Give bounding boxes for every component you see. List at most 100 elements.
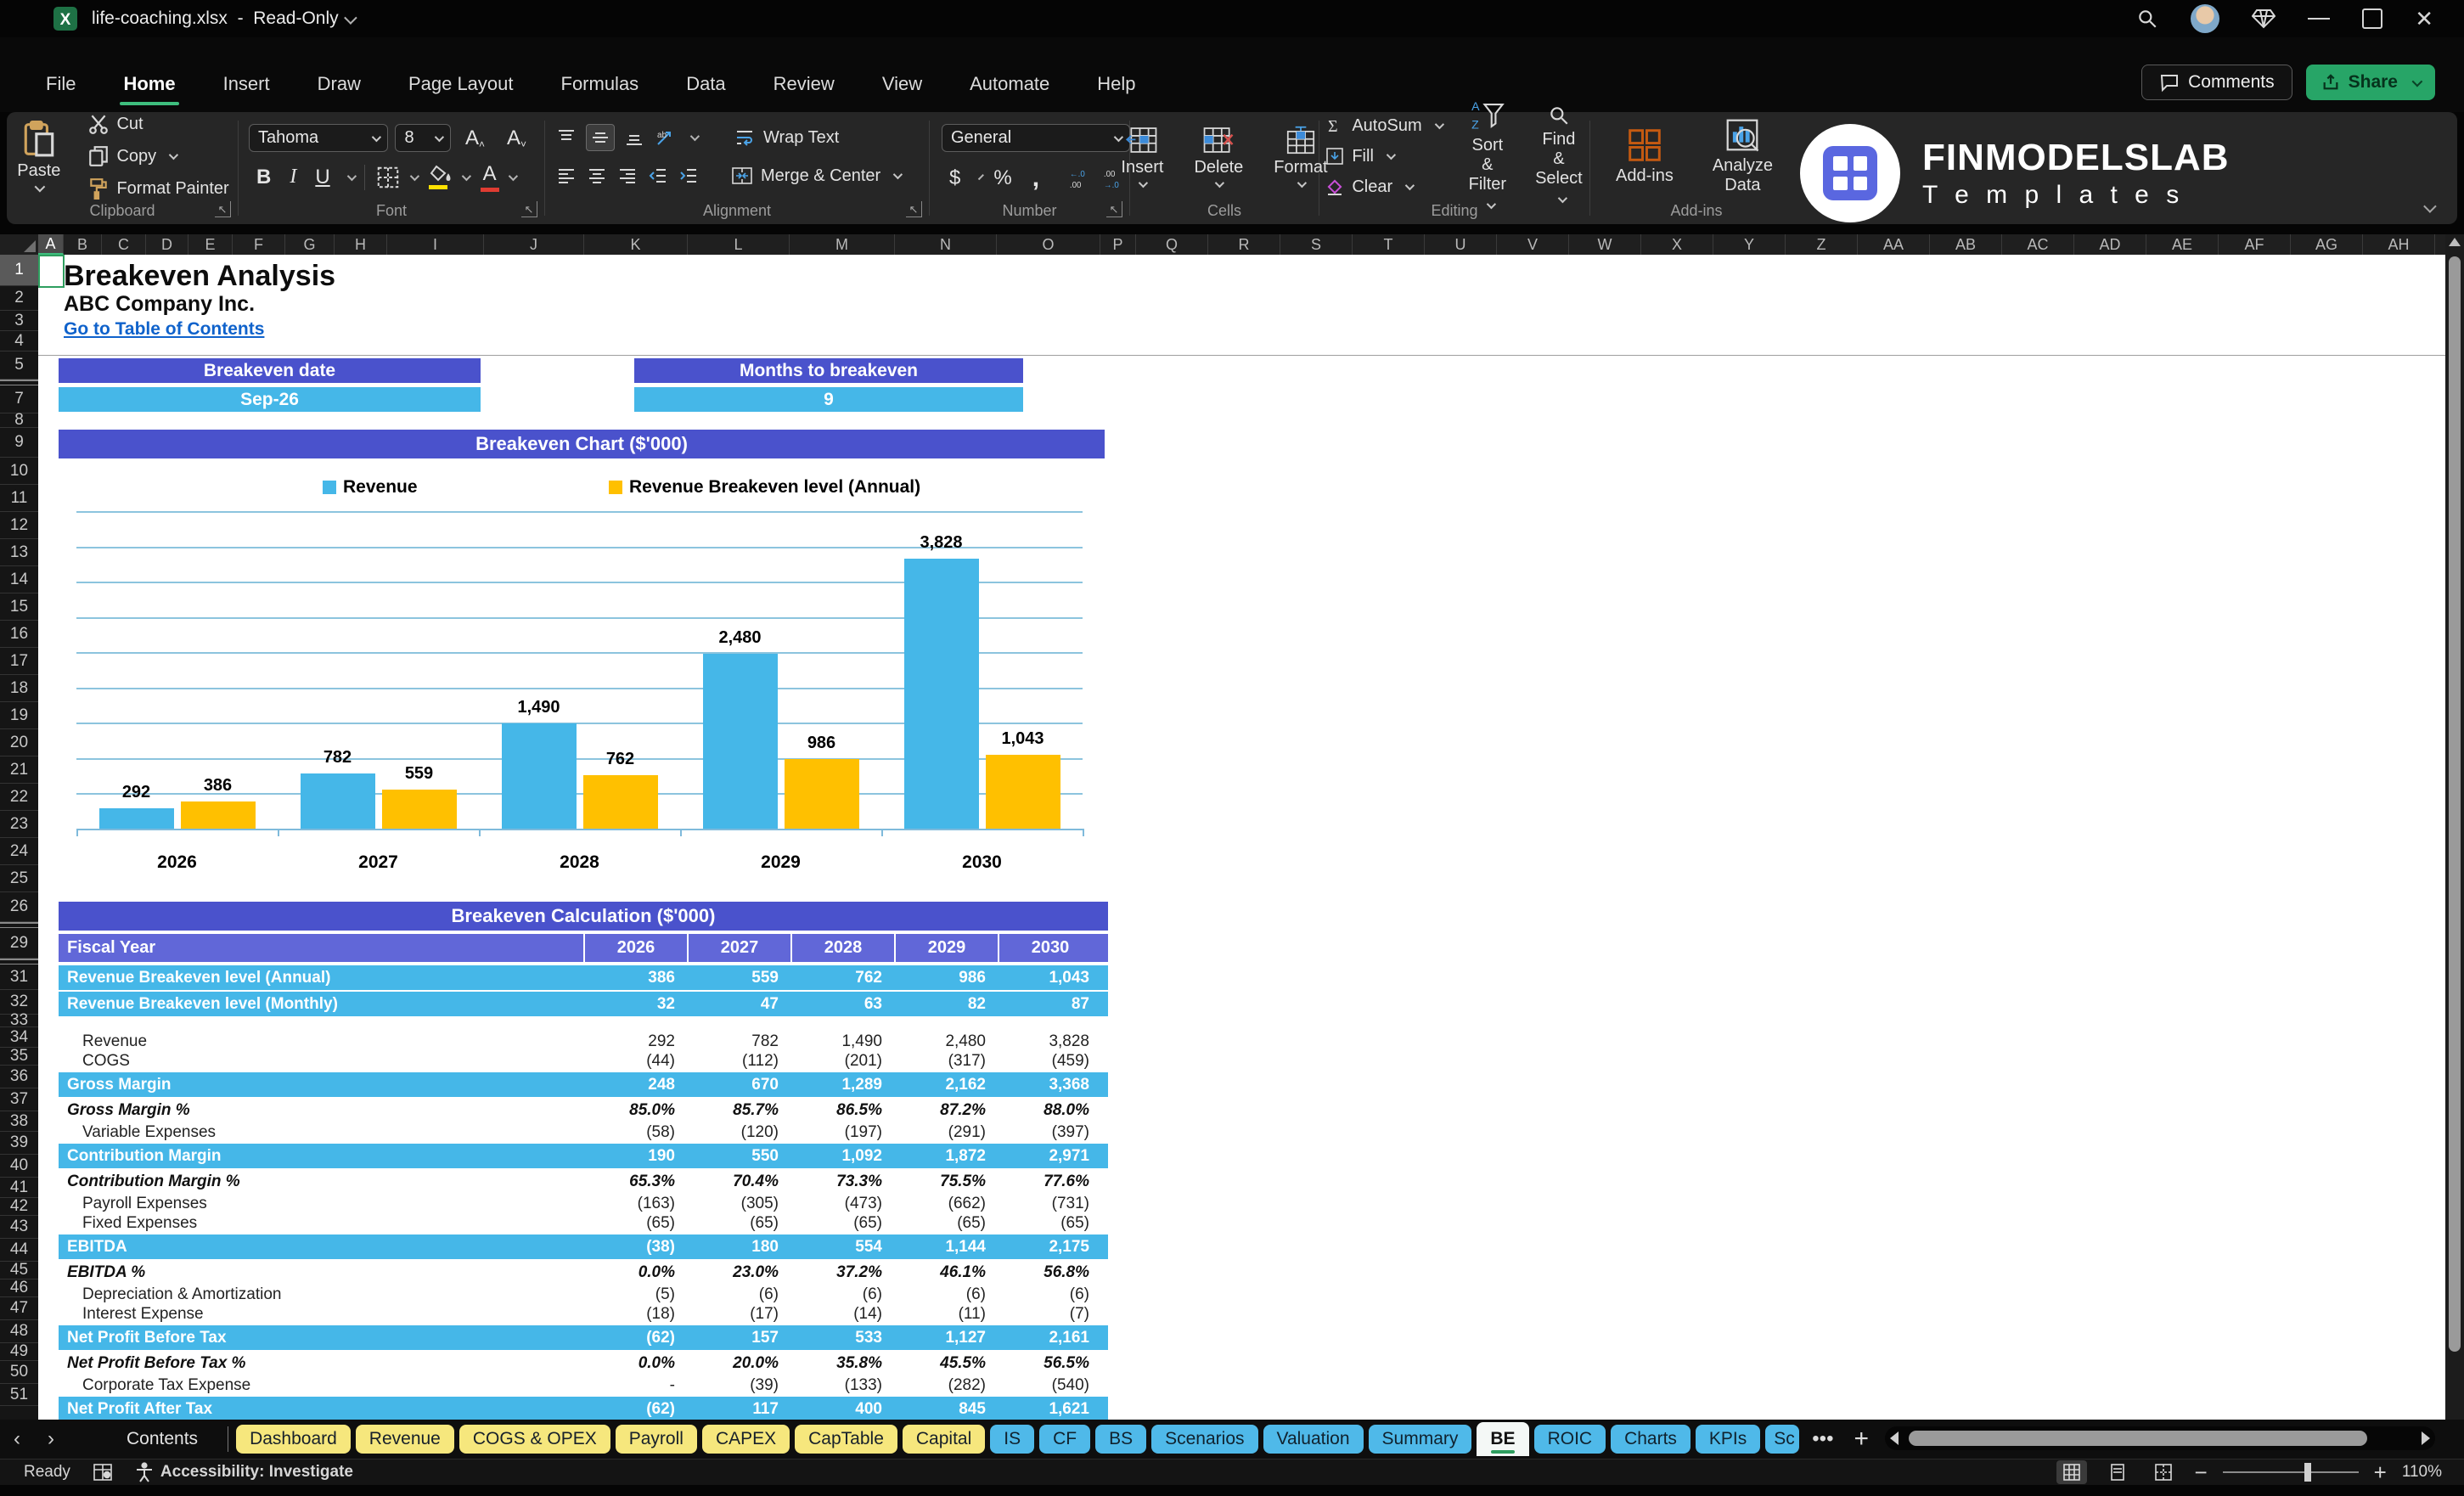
row-header-17[interactable]: 17 <box>0 648 38 675</box>
ribbon-tab-view[interactable]: View <box>862 63 942 107</box>
bold-button[interactable]: B <box>249 164 278 191</box>
table-row[interactable]: Net Profit Before Tax(62)1575331,1272,16… <box>59 1325 1108 1350</box>
align-center-button[interactable] <box>586 166 608 186</box>
row-header-35[interactable]: 35 <box>0 1048 38 1066</box>
number-dialog-launcher[interactable]: ↘ <box>1106 201 1122 217</box>
table-of-contents-link[interactable]: Go to Table of Contents <box>64 319 264 340</box>
middle-align-button[interactable] <box>586 124 615 151</box>
table-row[interactable]: Contribution Margin %65.3%70.4%73.3%75.5… <box>59 1170 1108 1194</box>
column-header-H[interactable]: H <box>335 234 387 255</box>
row-header-51[interactable]: 51 <box>0 1384 38 1406</box>
row-header-7[interactable]: 7 <box>0 385 38 413</box>
row-header-38[interactable]: 38 <box>0 1111 38 1132</box>
font-color-button[interactable]: A <box>481 162 499 192</box>
sheet-tab-capex[interactable]: CAPEX <box>702 1425 790 1454</box>
column-header-R[interactable]: R <box>1208 234 1280 255</box>
borders-button[interactable] <box>375 165 401 190</box>
row-header-37[interactable]: 37 <box>0 1088 38 1111</box>
sheet-tab-revenue[interactable]: Revenue <box>356 1425 454 1454</box>
alignment-dialog-launcher[interactable]: ↘ <box>906 201 922 217</box>
sheet-tab-roic[interactable]: ROIC <box>1534 1425 1606 1454</box>
row-header-40[interactable]: 40 <box>0 1155 38 1178</box>
sheet-tab-cogs-opex[interactable]: COGS & OPEX <box>459 1425 610 1454</box>
sheet-title[interactable]: Breakeven Analysis <box>64 260 335 293</box>
months-to-breakeven-value[interactable]: 9 <box>634 387 1023 412</box>
table-row[interactable]: COGS(44)(112)(201)(317)(459) <box>59 1051 1108 1071</box>
table-row[interactable]: Revenue Breakeven level (Annual)38655976… <box>59 965 1108 990</box>
column-header-Z[interactable]: Z <box>1786 234 1858 255</box>
search-icon[interactable] <box>2136 8 2158 30</box>
row-header-39[interactable]: 39 <box>0 1132 38 1155</box>
row-header-21[interactable]: 21 <box>0 756 38 784</box>
row-header-48[interactable]: 48 <box>0 1320 38 1343</box>
row-header-15[interactable]: 15 <box>0 593 38 621</box>
column-header-Q[interactable]: Q <box>1136 234 1208 255</box>
row-header-16[interactable]: 16 <box>0 621 38 648</box>
column-header-K[interactable]: K <box>584 234 688 255</box>
clipboard-dialog-launcher[interactable]: ↘ <box>215 201 231 217</box>
row-header-18[interactable]: 18 <box>0 675 38 702</box>
row-header-33[interactable]: 33 <box>0 1015 38 1027</box>
table-row[interactable]: EBITDA %0.0%23.0%37.2%46.1%56.8% <box>59 1261 1108 1285</box>
row-header-47[interactable]: 47 <box>0 1297 38 1320</box>
column-header-T[interactable]: T <box>1353 234 1425 255</box>
row-header-34[interactable]: 34 <box>0 1027 38 1048</box>
sheet-tab-payroll[interactable]: Payroll <box>616 1425 697 1454</box>
column-header-P[interactable]: P <box>1100 234 1136 255</box>
breakeven-date-label[interactable]: Breakeven date <box>59 358 481 383</box>
row-header-43[interactable]: 43 <box>0 1216 38 1239</box>
sheet-tab-dashboard[interactable]: Dashboard <box>236 1425 351 1454</box>
row-header-3[interactable]: 3 <box>0 311 38 331</box>
table-row[interactable]: Gross Margin %85.0%85.7%86.5%87.2%88.0% <box>59 1099 1108 1122</box>
align-left-button[interactable] <box>555 166 577 186</box>
align-right-button[interactable] <box>616 166 639 186</box>
bottom-align-button[interactable] <box>623 127 645 148</box>
sort-filter-button[interactable]: AZ Sort &Filter <box>1460 95 1515 217</box>
underline-button[interactable]: U <box>307 164 337 191</box>
row-header-19[interactable]: 19 <box>0 702 38 729</box>
row-header-25[interactable]: 25 <box>0 865 38 892</box>
avatar[interactable] <box>2191 4 2219 33</box>
sheet-tab-sc[interactable]: Sc <box>1765 1425 1799 1454</box>
horizontal-scrollbar[interactable] <box>1885 1426 2435 1450</box>
column-header-L[interactable]: L <box>688 234 790 255</box>
ribbon-tab-file[interactable]: File <box>25 63 96 107</box>
format-painter-button[interactable]: Format Painter <box>81 175 235 202</box>
row-header-4[interactable]: 4 <box>0 331 38 352</box>
column-header-M[interactable]: M <box>790 234 895 255</box>
row-header-41[interactable]: 41 <box>0 1178 38 1198</box>
row-header-49[interactable]: 49 <box>0 1343 38 1361</box>
decrease-indent-button[interactable] <box>647 166 669 186</box>
table-row[interactable]: Corporate Tax Expense-(39)(133)(282)(540… <box>59 1375 1108 1395</box>
sheet-tab-bs[interactable]: BS <box>1095 1425 1146 1454</box>
column-header-W[interactable]: W <box>1569 234 1641 255</box>
row-header-31[interactable]: 31 <box>0 965 38 990</box>
cut-button[interactable]: Cut <box>81 110 235 138</box>
top-align-button[interactable] <box>555 127 577 148</box>
increase-font-size-button[interactable]: A˄ <box>458 125 492 152</box>
sheet-tab-kpis[interactable]: KPIs <box>1696 1425 1760 1454</box>
row-header-12[interactable]: 12 <box>0 512 38 539</box>
copy-button[interactable]: Copy <box>81 143 235 170</box>
column-header-C[interactable]: C <box>102 234 146 255</box>
sheet-tab-charts[interactable]: Charts <box>1611 1425 1690 1454</box>
sheet-tab-captable[interactable]: CapTable <box>795 1425 897 1454</box>
scroll-right-arrow-icon[interactable] <box>2422 1431 2430 1445</box>
select-all-corner[interactable] <box>0 234 39 255</box>
column-header-AB[interactable]: AB <box>1930 234 2002 255</box>
row-header-29[interactable]: 29 <box>0 928 38 959</box>
analyze-data-button[interactable]: AnalyzeData <box>1704 114 1781 199</box>
row-header-44[interactable]: 44 <box>0 1239 38 1262</box>
column-header-D[interactable]: D <box>146 234 188 255</box>
ribbon-tab-page-layout[interactable]: Page Layout <box>388 63 534 107</box>
percent-style-button[interactable]: % <box>986 165 1019 192</box>
fill-button[interactable]: Fill <box>1318 143 1448 169</box>
table-row[interactable]: Revenue Breakeven level (Monthly)3247638… <box>59 992 1108 1016</box>
column-header-AF[interactable]: AF <box>2219 234 2291 255</box>
font-size-select[interactable]: 8 <box>395 124 450 152</box>
ribbon-tab-data[interactable]: Data <box>666 63 745 107</box>
minimize-button[interactable] <box>2308 18 2330 20</box>
column-header-AH[interactable]: AH <box>2363 234 2435 255</box>
delete-cells-button[interactable]: Delete <box>1185 122 1252 191</box>
autosum-button[interactable]: Σ AutoSum <box>1318 113 1448 138</box>
